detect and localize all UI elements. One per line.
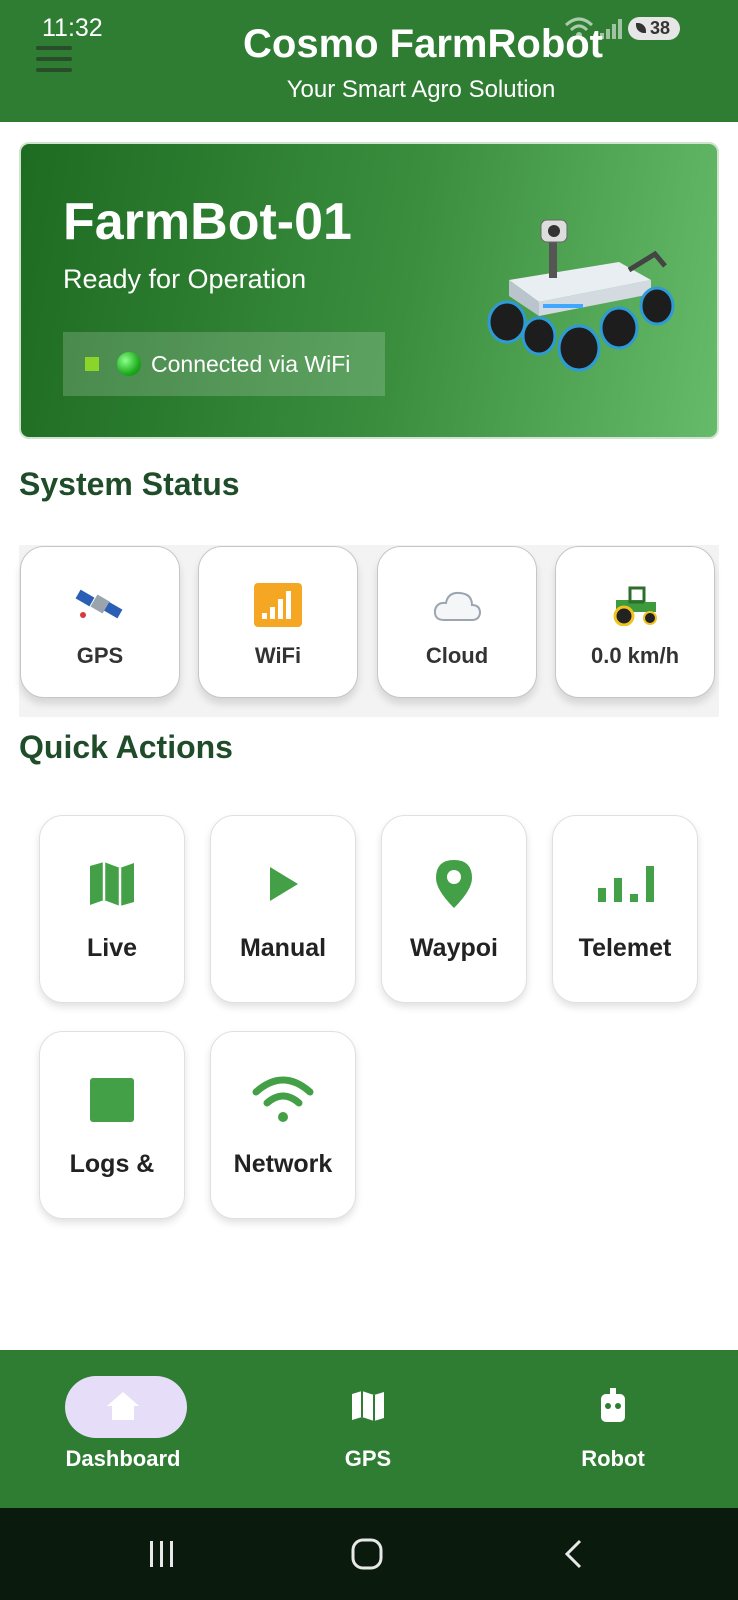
map-icon	[40, 858, 184, 910]
connection-text: Connected via WiFi	[151, 350, 351, 377]
green-dot-icon	[117, 352, 141, 376]
app-subtitle: Your Smart Agro Solution	[286, 76, 556, 103]
quick-actions-title: Quick Actions	[19, 729, 233, 765]
app-header: 11:32 38 Cosmo FarmRobot Your Smart Agro…	[0, 0, 738, 122]
signal-bars-icon	[199, 583, 357, 627]
status-label-speed: 0.0 km/h	[590, 643, 680, 668]
system-navigation-bar	[0, 1508, 738, 1600]
recent-apps-icon[interactable]	[146, 1538, 178, 1570]
system-status-title: System Status	[19, 466, 240, 502]
connection-badge: Connected via WiFi	[63, 332, 385, 396]
robot-status: Ready for Operation	[63, 264, 307, 294]
status-card-wifi[interactable]: WiFi	[198, 546, 358, 698]
square-icon	[40, 1074, 184, 1126]
status-card-speed[interactable]: 0.0 km/h	[555, 546, 715, 698]
nav-gps[interactable]: GPS	[268, 1350, 468, 1508]
play-icon	[211, 858, 355, 910]
nav-dashboard-label: Dashboard	[65, 1446, 181, 1471]
status-square-icon	[85, 357, 99, 371]
nav-dashboard[interactable]: Dashboard	[23, 1350, 223, 1508]
robot-hero-card[interactable]: FarmBot-01 Ready for Operation Connected…	[19, 142, 719, 439]
robot-image	[487, 219, 675, 372]
robot-icon	[513, 1388, 713, 1424]
status-card-cloud[interactable]: Cloud	[377, 546, 537, 698]
quick-action-manual[interactable]: Manual	[210, 815, 356, 1003]
quick-action-telemetry-label: Telemet	[578, 934, 672, 962]
nav-robot[interactable]: Robot	[513, 1350, 713, 1508]
quick-action-manual-label: Manual	[239, 934, 327, 962]
quick-action-logs[interactable]: Logs &	[39, 1031, 185, 1219]
quick-action-network-label: Network	[233, 1150, 333, 1178]
status-label-cloud: Cloud	[425, 643, 489, 668]
tractor-icon	[556, 583, 714, 627]
quick-action-logs-label: Logs &	[69, 1150, 155, 1178]
app-title: Cosmo FarmRobot	[243, 22, 603, 66]
quick-action-network[interactable]: Network	[210, 1031, 356, 1219]
quick-action-waypoints-label: Waypoi	[410, 934, 498, 962]
map-icon	[268, 1388, 468, 1424]
back-icon[interactable]	[562, 1538, 586, 1570]
cloud-icon	[378, 583, 536, 627]
quick-action-telemetry[interactable]: Telemet	[552, 815, 698, 1003]
nav-robot-label: Robot	[581, 1446, 645, 1471]
status-label-wifi: WiFi	[254, 643, 302, 668]
nav-gps-label: GPS	[344, 1446, 392, 1471]
bottom-navigation: Dashboard GPS Robot	[0, 1350, 738, 1508]
status-card-gps[interactable]: GPS	[20, 546, 180, 698]
bar-chart-icon	[553, 858, 697, 910]
quick-action-waypoints[interactable]: Waypoi	[381, 815, 527, 1003]
status-label-gps: GPS	[76, 643, 124, 668]
quick-action-live-label: Live	[86, 934, 138, 962]
home-icon	[23, 1388, 223, 1424]
satellite-icon	[21, 583, 179, 627]
home-button-icon[interactable]	[350, 1538, 384, 1570]
quick-action-live[interactable]: Live	[39, 815, 185, 1003]
location-pin-icon	[382, 858, 526, 910]
wifi-icon	[211, 1074, 355, 1126]
robot-name: FarmBot-01	[63, 193, 352, 251]
